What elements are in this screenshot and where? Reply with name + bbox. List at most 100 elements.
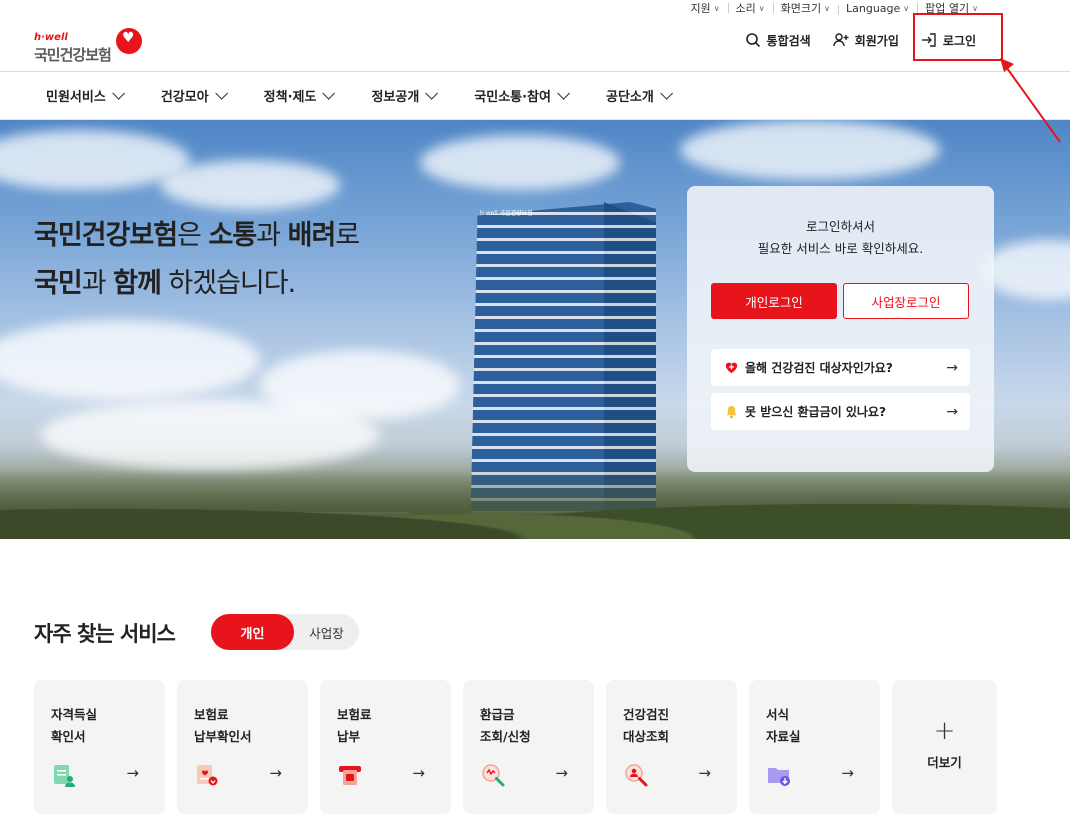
logo-tagline: h·well [34,32,68,43]
arrow-right-icon: → [946,359,958,376]
util-label: 지원 [690,2,711,15]
util-screen-size[interactable]: 화면크기 ∨ [772,0,838,16]
gnb-item-health-moa[interactable]: 건강모아 [160,86,228,105]
gnb-label: 건강모아 [160,90,209,105]
arrow-right-icon: → [412,764,425,782]
service-card-health-checkup[interactable]: 건강검진 대상조회 → [606,680,737,814]
login-icon [921,33,936,47]
service-cards: 자격득실 확인서 → 보험료 납부확인서 → 보험료 납부 → 환급금 조회/신… [34,680,997,814]
business-login-button[interactable]: 사업장로그인 [843,283,969,319]
cloud-decoration [160,160,340,210]
arrow-right-icon: → [946,403,958,420]
hero-line-2: 국민과 함께 하겠습니다. [34,268,296,299]
link-label: 올해 건강검진 대상자인가요? [745,361,893,375]
hero-headline: 국민건강보험은 소통과 배려로 국민과 함께 하겠습니다. [34,212,360,308]
utility-bar: 지원 ∨ 소리 ∨ 화면크기 ∨ Language ∨ 팝업 열기 ∨ [682,0,986,16]
chevron-down-icon [425,87,439,100]
logo-text: 국민건강보험 [34,46,112,64]
service-card-refund[interactable]: 환급금 조회/신청 → [463,680,594,814]
chevron-down-icon [660,87,673,100]
join-label: 회원가입 [854,33,899,48]
service-card-payment[interactable]: 보험료 납부 → [320,680,451,814]
site-header: h·well 국민건강보험 통합검색 회원가입 로그인 [0,16,1070,72]
util-sound[interactable]: 소리 ∨ [727,0,773,16]
certificate-icon [54,765,75,787]
building-sign: h·well 국민건강보험 [480,210,533,217]
toggle-business[interactable]: 사업장 [294,614,359,650]
chevron-down-icon [112,87,125,100]
util-label: 화면크기 [780,2,822,15]
health-checkup-link[interactable]: 올해 건강검진 대상자인가요? → [711,349,970,386]
gnb-item-about[interactable]: 공단소개 [605,86,673,105]
chevron-down-icon [322,87,336,100]
service-card-payment-confirmation[interactable]: 보험료 납부확인서 → [177,680,308,814]
gnb-label: 민원서비스 [46,90,106,105]
util-support[interactable]: 지원 ∨ [682,0,727,16]
login-card: 로그인하셔서 필요한 서비스 바로 확인하세요. 개인로그인 사업장로그인 올해… [687,186,994,472]
search-label: 통합검색 [766,33,811,48]
payment-icon [339,766,361,785]
plus-icon: + [933,716,956,746]
util-label: 소리 [735,2,756,15]
search-icon [745,33,760,48]
chevron-down-icon [557,87,570,100]
chevron-down-icon: ∨ [903,3,910,13]
refund-search-icon [482,764,505,787]
util-label: 팝업 열기 [925,2,970,15]
util-label: Language [846,1,901,15]
heart-plus-icon [723,360,739,376]
heart-logo-icon [116,28,142,54]
arrow-right-icon: → [841,764,854,782]
main-navigation: 민원서비스 건강모아 정책·제도 정보공개 국민소통·참여 공단소개 [0,72,1070,120]
util-popup[interactable]: 팝업 열기 ∨ [917,0,986,16]
person-search-icon [625,764,648,787]
arrow-right-icon: → [698,764,711,782]
chevron-down-icon: ∨ [972,3,978,13]
services-title: 자주 찾는 서비스 [34,622,176,646]
service-type-toggle: 개인 사업장 [211,614,359,650]
login-label: 로그인 [942,33,976,48]
arrow-right-icon: → [555,764,568,782]
link-label: 못 받으신 환급금이 있나요? [745,405,886,419]
cloud-decoration [680,120,940,180]
chevron-down-icon: ∨ [824,3,830,13]
gnb-label: 정책·제도 [263,90,317,105]
chevron-down-icon: ∨ [758,3,765,13]
card-label: 서식 자료실 [766,707,801,744]
gnb-label: 국민소통·참여 [474,90,551,105]
card-label: 자격득실 확인서 [51,707,98,744]
arrow-right-icon: → [126,764,139,782]
search-button[interactable]: 통합검색 [745,32,811,49]
util-language[interactable]: Language ∨ [838,2,917,15]
arrow-right-icon: → [269,764,282,782]
gnb-item-disclosure[interactable]: 정보공개 [371,86,439,105]
hero-line-1: 국민건강보험은 소통과 배려로 [34,220,360,251]
receipt-icon [197,765,218,786]
chevron-down-icon [214,87,228,100]
gnb-item-participation[interactable]: 국민소통·참여 [474,86,570,105]
login-prompt: 로그인하셔서 필요한 서비스 바로 확인하세요. [757,219,924,256]
gnb-label: 공단소개 [605,90,654,105]
user-add-icon [833,33,849,47]
cloud-decoration [420,135,620,190]
login-button[interactable]: 로그인 [921,32,976,49]
gnb-item-civil-service[interactable]: 민원서비스 [46,86,125,105]
card-label: 건강검진 대상조회 [623,707,670,744]
card-label: 환급금 조회/신청 [480,707,531,744]
trees-image [0,469,1070,539]
chevron-down-icon: ∨ [713,3,720,13]
gnb-item-policy[interactable]: 정책·제도 [263,86,336,105]
cloud-decoration [40,400,380,470]
refund-link[interactable]: 못 받으신 환급금이 있나요? → [711,393,970,430]
gnb-label: 정보공개 [371,90,420,105]
more-label: 더보기 [927,755,962,770]
service-card-forms[interactable]: 서식 자료실 → [749,680,880,814]
personal-login-button[interactable]: 개인로그인 [711,283,837,319]
header-actions: 통합검색 회원가입 로그인 [745,16,976,64]
service-card-qualification[interactable]: 자격득실 확인서 → [34,680,165,814]
bell-icon [723,404,739,420]
toggle-personal[interactable]: 개인 [211,614,294,650]
join-button[interactable]: 회원가입 [833,32,899,49]
service-card-more[interactable]: + 더보기 [892,680,997,814]
site-logo[interactable]: h·well 국민건강보험 [34,24,144,64]
